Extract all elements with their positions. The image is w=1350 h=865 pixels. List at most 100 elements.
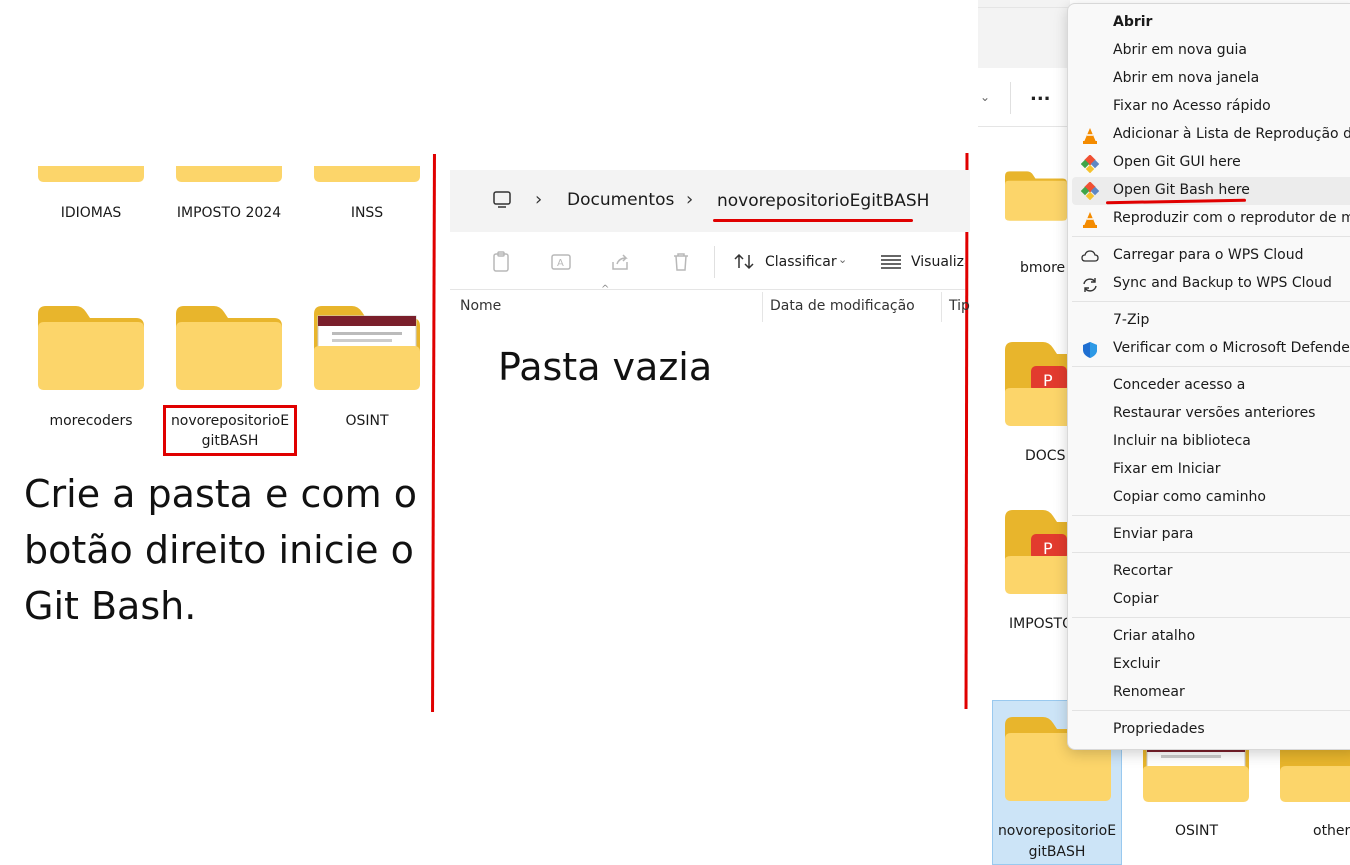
defender-shield-icon [1083,342,1097,358]
sort-caret-icon: ^ [601,284,610,295]
top-folder-label: IDIOMAS [60,205,122,221]
toolbar-separator [1010,82,1011,114]
toolbar-separator [714,246,715,278]
menu-separator [1072,515,1350,516]
delete-icon[interactable] [669,250,693,274]
context-menu: Abrir Abrir em nova guia Abrir em nova j… [1067,3,1350,750]
share-icon[interactable] [609,250,633,274]
svg-text:P: P [1043,371,1053,390]
folder-label-line2: gitBASH [201,433,259,449]
view-icon [881,255,901,269]
git-gui-icon [1081,155,1099,173]
folder-label: DOCS [1025,448,1066,464]
top-folder-inss[interactable] [314,166,420,182]
column-header-name[interactable]: Nome [460,298,501,314]
menu-item-delete[interactable]: Excluir [1113,656,1160,672]
folder-label: IMPOSTO [1009,616,1074,632]
svg-text:P: P [1043,539,1053,558]
folder-icon [176,306,282,390]
folder-label: morecoders [49,413,133,429]
sort-button[interactable]: Classificar [765,254,837,270]
menu-item-restore-versions[interactable]: Restaurar versões anteriores [1113,405,1315,421]
rename-icon[interactable]: A [549,250,573,274]
menu-separator [1072,301,1350,302]
menu-item-pin-quick-access[interactable]: Fixar no Acesso rápido [1113,98,1271,114]
folder-icon [38,306,144,390]
breadcrumb-current-folder[interactable]: novorepositorioEgitBASH [717,191,929,211]
menu-item-create-shortcut[interactable]: Criar atalho [1113,628,1195,644]
underline-annotation [713,219,913,222]
menu-item-upload-wps[interactable]: Carregar para o WPS Cloud [1113,247,1303,263]
menu-item-defender[interactable]: Verificar com o Microsoft Defender... [1113,340,1350,356]
vlc-icon [1083,128,1097,144]
right-toolbar-border [978,126,1070,127]
menu-item-properties[interactable]: Propriedades [1113,721,1205,737]
menu-item-add-vlc-playlist[interactable]: Adicionar à Lista de Reprodução do [1113,126,1350,142]
menu-separator [1072,710,1350,711]
folder-with-pdf-icon: P [1005,510,1067,594]
menu-item-open-git-bash[interactable]: Open Git Bash here [1113,182,1250,198]
svg-text:A: A [557,258,564,269]
column-header-type[interactable]: Tip [949,298,970,314]
menu-separator [1072,552,1350,553]
git-bash-icon [1081,182,1099,200]
menu-item-sync-wps[interactable]: Sync and Backup to WPS Cloud [1113,275,1332,291]
menu-item-rename[interactable]: Renomear [1113,684,1185,700]
cloud-icon [1081,250,1099,262]
instruction-text: Crie a pasta e com o botão direito inici… [24,472,417,628]
menu-item-open-new-window[interactable]: Abrir em nova janela [1113,70,1259,86]
folder-label-line1: novorepositorioE [997,823,1117,839]
chevron-right-icon: › [535,189,543,210]
menu-item-abrir[interactable]: Abrir [1113,14,1152,30]
computer-icon[interactable] [492,190,512,210]
folder-label: OSINT [345,413,389,429]
top-folder-imposto[interactable] [176,166,282,182]
divider-line [964,152,969,710]
menu-item-open-new-tab[interactable]: Abrir em nova guia [1113,42,1247,58]
sync-icon [1083,278,1097,292]
folder-label-line1: novorepositorioE [170,413,290,429]
menu-item-open-git-gui[interactable]: Open Git GUI here [1113,154,1241,170]
right-address-border [978,7,1070,8]
menu-item-pin-start[interactable]: Fixar em Iniciar [1113,461,1221,477]
top-folder-label: INSS [350,205,384,221]
folder-label: bmore [1020,260,1066,276]
column-header-date[interactable]: Data de modificação [770,298,915,314]
folder-with-pdf-icon: P [1005,342,1067,426]
view-button[interactable]: Visualiza [911,254,965,270]
folder-with-preview-icon [314,306,420,390]
menu-item-grant-access[interactable]: Conceder acesso a [1113,377,1245,393]
folder-label: others [1313,823,1350,839]
folder-label: OSINT [1175,823,1219,839]
menu-item-send-to[interactable]: Enviar para [1113,526,1193,542]
menu-item-7zip[interactable]: 7-Zip [1113,312,1149,328]
folder-icon [1280,748,1350,802]
chevron-down-icon: ⌄ [980,90,991,104]
paste-icon[interactable] [489,250,513,274]
menu-item-copy-path[interactable]: Copiar como caminho [1113,489,1266,505]
more-options-icon[interactable]: ... [1030,84,1051,105]
right-address-area [978,0,1070,68]
vlc-icon [1083,212,1097,228]
menu-separator [1072,366,1350,367]
menu-item-play-vlc[interactable]: Reproduzir com o reprodutor de mí [1113,210,1350,226]
divider-line [431,153,436,713]
breadcrumb-documentos[interactable]: Documentos [567,190,674,210]
empty-folder-text: Pasta vazia [498,345,713,389]
toolbar-bottom-border [450,289,965,290]
menu-separator [1072,617,1350,618]
menu-item-include-library[interactable]: Incluir na biblioteca [1113,433,1251,449]
top-folder-idiomas[interactable] [38,166,144,182]
top-folder-label: IMPOSTO 2024 [176,205,282,221]
menu-item-cut[interactable]: Recortar [1113,563,1173,579]
menu-separator [1072,236,1350,237]
folder-with-preview-icon [1143,748,1249,802]
chevron-right-icon: › [686,189,694,210]
column-divider [762,292,763,322]
folder-icon [1005,154,1067,238]
menu-item-copy[interactable]: Copiar [1113,591,1158,607]
sort-icon [734,253,754,270]
column-divider [941,292,942,322]
folder-label-line2: gitBASH [1028,844,1086,860]
chevron-down-icon: ⌄ [838,253,848,266]
